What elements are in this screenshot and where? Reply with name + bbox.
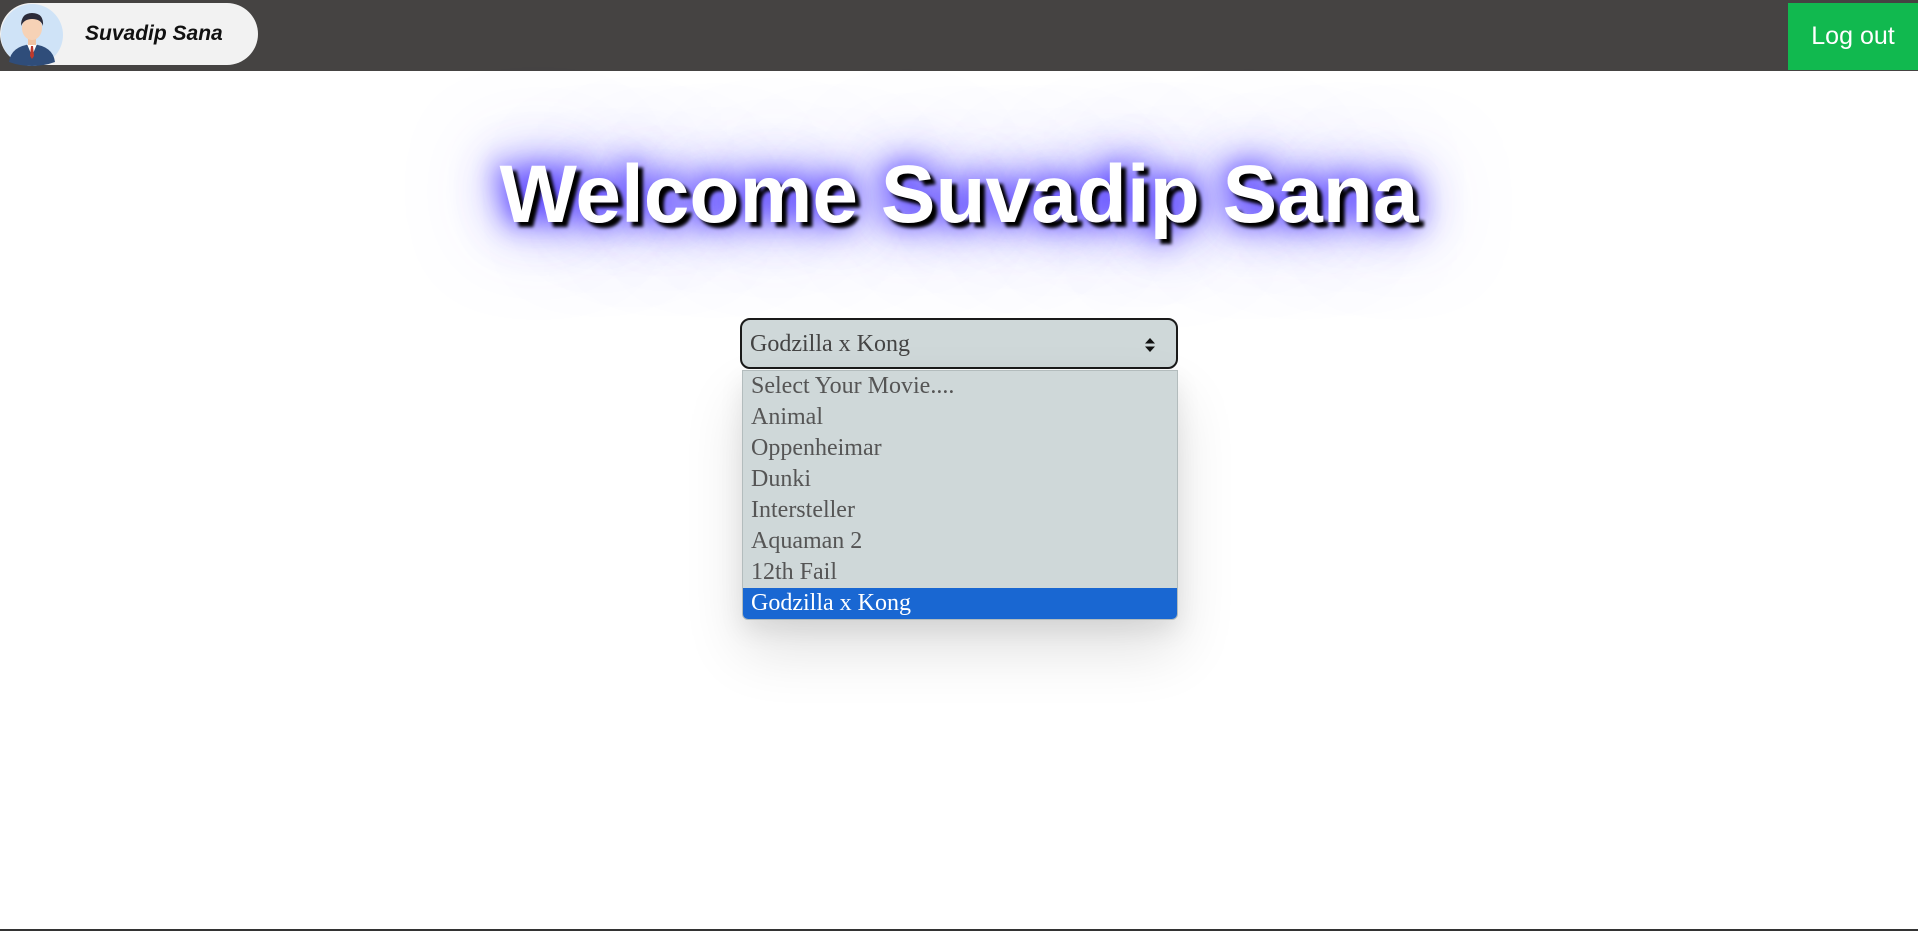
user-avatar-icon [1,4,63,66]
dropdown-option[interactable]: Select Your Movie.... [743,371,1177,402]
dropdown-option[interactable]: 12th Fail [743,557,1177,588]
dropdown-option[interactable]: Intersteller [743,495,1177,526]
movie-dropdown-list: Select Your Movie.... Animal Oppenheimar… [742,370,1178,620]
top-navbar: Suvadip Sana Log out [0,0,1918,71]
dropdown-option[interactable]: Animal [743,402,1177,433]
dropdown-option-selected[interactable]: Godzilla x Kong [743,588,1177,619]
dropdown-option[interactable]: Aquaman 2 [743,526,1177,557]
dropdown-option[interactable]: Dunki [743,464,1177,495]
dropdown-option[interactable]: Oppenheimar [743,433,1177,464]
user-profile-pill[interactable]: Suvadip Sana [0,3,258,66]
user-name-label: Suvadip Sana [85,22,223,45]
welcome-heading: Welcome Suvadip Sana [499,149,1419,240]
select-updown-icon [1145,338,1155,352]
movie-select-value: Godzilla x Kong [750,331,910,357]
movie-select[interactable]: Godzilla x Kong [740,318,1178,369]
logout-button[interactable]: Log out [1788,3,1918,70]
